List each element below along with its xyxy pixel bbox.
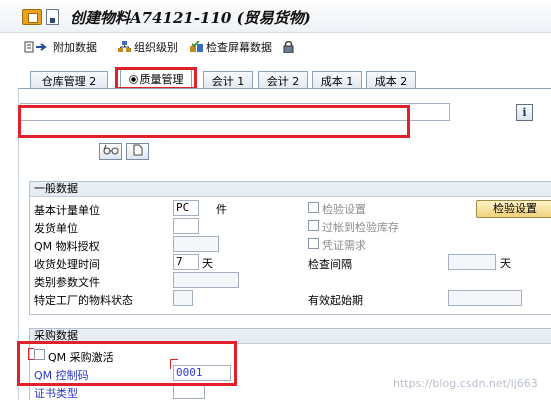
- tab-label: 仓库管理 2: [41, 75, 97, 88]
- material-description-field[interactable]: [20, 103, 450, 121]
- doc-required-label: 凭证需求: [322, 239, 366, 252]
- general-data-group: 一般数据 基本计量单位 PC 件 检验设置 检验设置 发货单位 过帐到检验库存 …: [29, 181, 551, 315]
- lock-button[interactable]: [283, 39, 297, 55]
- inspection-setup-button[interactable]: 检验设置: [476, 200, 551, 218]
- document-icon[interactable]: [46, 9, 59, 25]
- base-uom-label: 基本计量单位: [34, 204, 100, 217]
- gr-proc-time-row: 收货处理时间 7 天 检查间隔 天: [30, 254, 551, 271]
- class-profile-row: 类别参数文件: [30, 272, 551, 289]
- additional-data-label: 附加数据: [53, 41, 97, 54]
- tab-costing-1[interactable]: 成本 1: [312, 71, 362, 88]
- insp-interval-input[interactable]: [448, 254, 496, 270]
- new-document-icon: [133, 144, 142, 156]
- tab-label: 会计 1: [211, 75, 245, 88]
- org-levels-label: 组织级别: [134, 41, 178, 54]
- focus-bracket-left: [28, 348, 34, 360]
- plant-status-input[interactable]: [173, 290, 193, 306]
- tab-accounting-1[interactable]: 会计 1: [203, 71, 253, 88]
- qm-active-row: QM 采购激活: [30, 347, 551, 364]
- plant-status-row: 特定工厂的物料状态 有效起始期: [30, 290, 551, 307]
- check-screen-data-label: 检查屏幕数据: [206, 41, 272, 54]
- base-uom-input[interactable]: PC: [173, 200, 199, 216]
- issue-unit-input[interactable]: [173, 218, 199, 234]
- cert-type-input[interactable]: [173, 383, 205, 399]
- issue-unit-label: 发货单位: [34, 222, 78, 235]
- qm-auth-input[interactable]: [173, 236, 219, 252]
- valid-from-label: 有效起始期: [308, 294, 363, 307]
- create-text-button[interactable]: [126, 143, 149, 160]
- tab-label: 成本 1: [320, 75, 354, 88]
- gr-proc-time-input[interactable]: 7: [173, 254, 199, 270]
- qm-auth-label: QM 物料授权: [34, 240, 100, 253]
- org-levels-button[interactable]: 组织级别: [118, 39, 178, 55]
- class-profile-input[interactable]: [173, 272, 239, 288]
- insp-interval-unit: 天: [500, 257, 511, 270]
- selected-radio-icon: [128, 75, 138, 84]
- base-uom-row: 基本计量单位 PC 件 检验设置 检验设置: [30, 200, 551, 218]
- tab-costing-2[interactable]: 成本 2: [366, 71, 416, 88]
- window-title: 创建物料A74121-110 (贸易货物): [70, 9, 311, 27]
- group-title: 采购数据: [30, 329, 551, 344]
- tab-label: 会计 2: [266, 75, 300, 88]
- check-screen-data-button[interactable]: 检查屏幕数据: [190, 39, 272, 55]
- doc-required-checkbox[interactable]: [308, 238, 319, 249]
- lock-icon: [283, 41, 294, 53]
- qm-proc-active-checkbox[interactable]: [34, 349, 45, 360]
- inspection-setup-label: 检验设置: [322, 203, 366, 216]
- additional-data-button[interactable]: 附加数据: [24, 39, 97, 55]
- sap-menu-icon[interactable]: [22, 9, 42, 25]
- tab-quality-management[interactable]: 质量管理: [120, 69, 192, 88]
- post-to-insp-stock-checkbox[interactable]: [308, 220, 319, 231]
- valid-from-input[interactable]: [448, 290, 522, 306]
- gr-proc-time-unit: 天: [202, 257, 213, 270]
- plant-status-label: 特定工厂的物料状态: [34, 294, 133, 307]
- gr-proc-time-label: 收货处理时间: [34, 258, 100, 271]
- watermark: https://blog.csdn.net/lj663: [393, 377, 538, 390]
- check-screen-icon: [190, 41, 203, 52]
- org-structure-icon: [118, 41, 131, 52]
- info-icon: i: [522, 106, 527, 119]
- insp-interval-label: 检查间隔: [308, 258, 352, 271]
- tab-warehouse-mgmt-2[interactable]: 仓库管理 2: [30, 71, 108, 88]
- tab-strip: 仓库管理 2 质量管理 会计 1 会计 2 成本 1 成本 2: [0, 68, 551, 88]
- issue-unit-row: 发货单位 过帐到检验库存: [30, 218, 551, 235]
- inspection-setup-button-label: 检验设置: [493, 202, 537, 215]
- qm-auth-row: QM 物料授权 凭证需求: [30, 236, 551, 253]
- title-bar: 创建物料A74121-110 (贸易货物): [0, 0, 551, 33]
- class-profile-label: 类别参数文件: [34, 276, 100, 289]
- group-title: 一般数据: [30, 182, 551, 197]
- tab-label: 成本 2: [374, 75, 408, 88]
- cert-type-label: 证书类型: [34, 387, 78, 400]
- inspection-setup-checkbox[interactable]: [308, 202, 319, 213]
- display-text-button[interactable]: [99, 143, 122, 160]
- additional-data-icon: [24, 41, 47, 53]
- post-to-insp-stock-label: 过帐到检验库存: [322, 221, 399, 234]
- qm-control-key-input[interactable]: 0001: [173, 365, 231, 381]
- qm-control-key-label: QM 控制码: [34, 369, 89, 382]
- glasses-icon: [103, 144, 118, 155]
- tab-accounting-2[interactable]: 会计 2: [258, 71, 308, 88]
- base-uom-text: 件: [216, 203, 227, 216]
- info-button[interactable]: i: [516, 104, 533, 121]
- qm-proc-active-label: QM 采购激活: [48, 351, 114, 364]
- application-toolbar: 附加数据 组织级别 检查屏幕数据: [0, 34, 551, 58]
- focus-bracket-right: [170, 359, 178, 369]
- tab-label: 质量管理: [139, 73, 184, 86]
